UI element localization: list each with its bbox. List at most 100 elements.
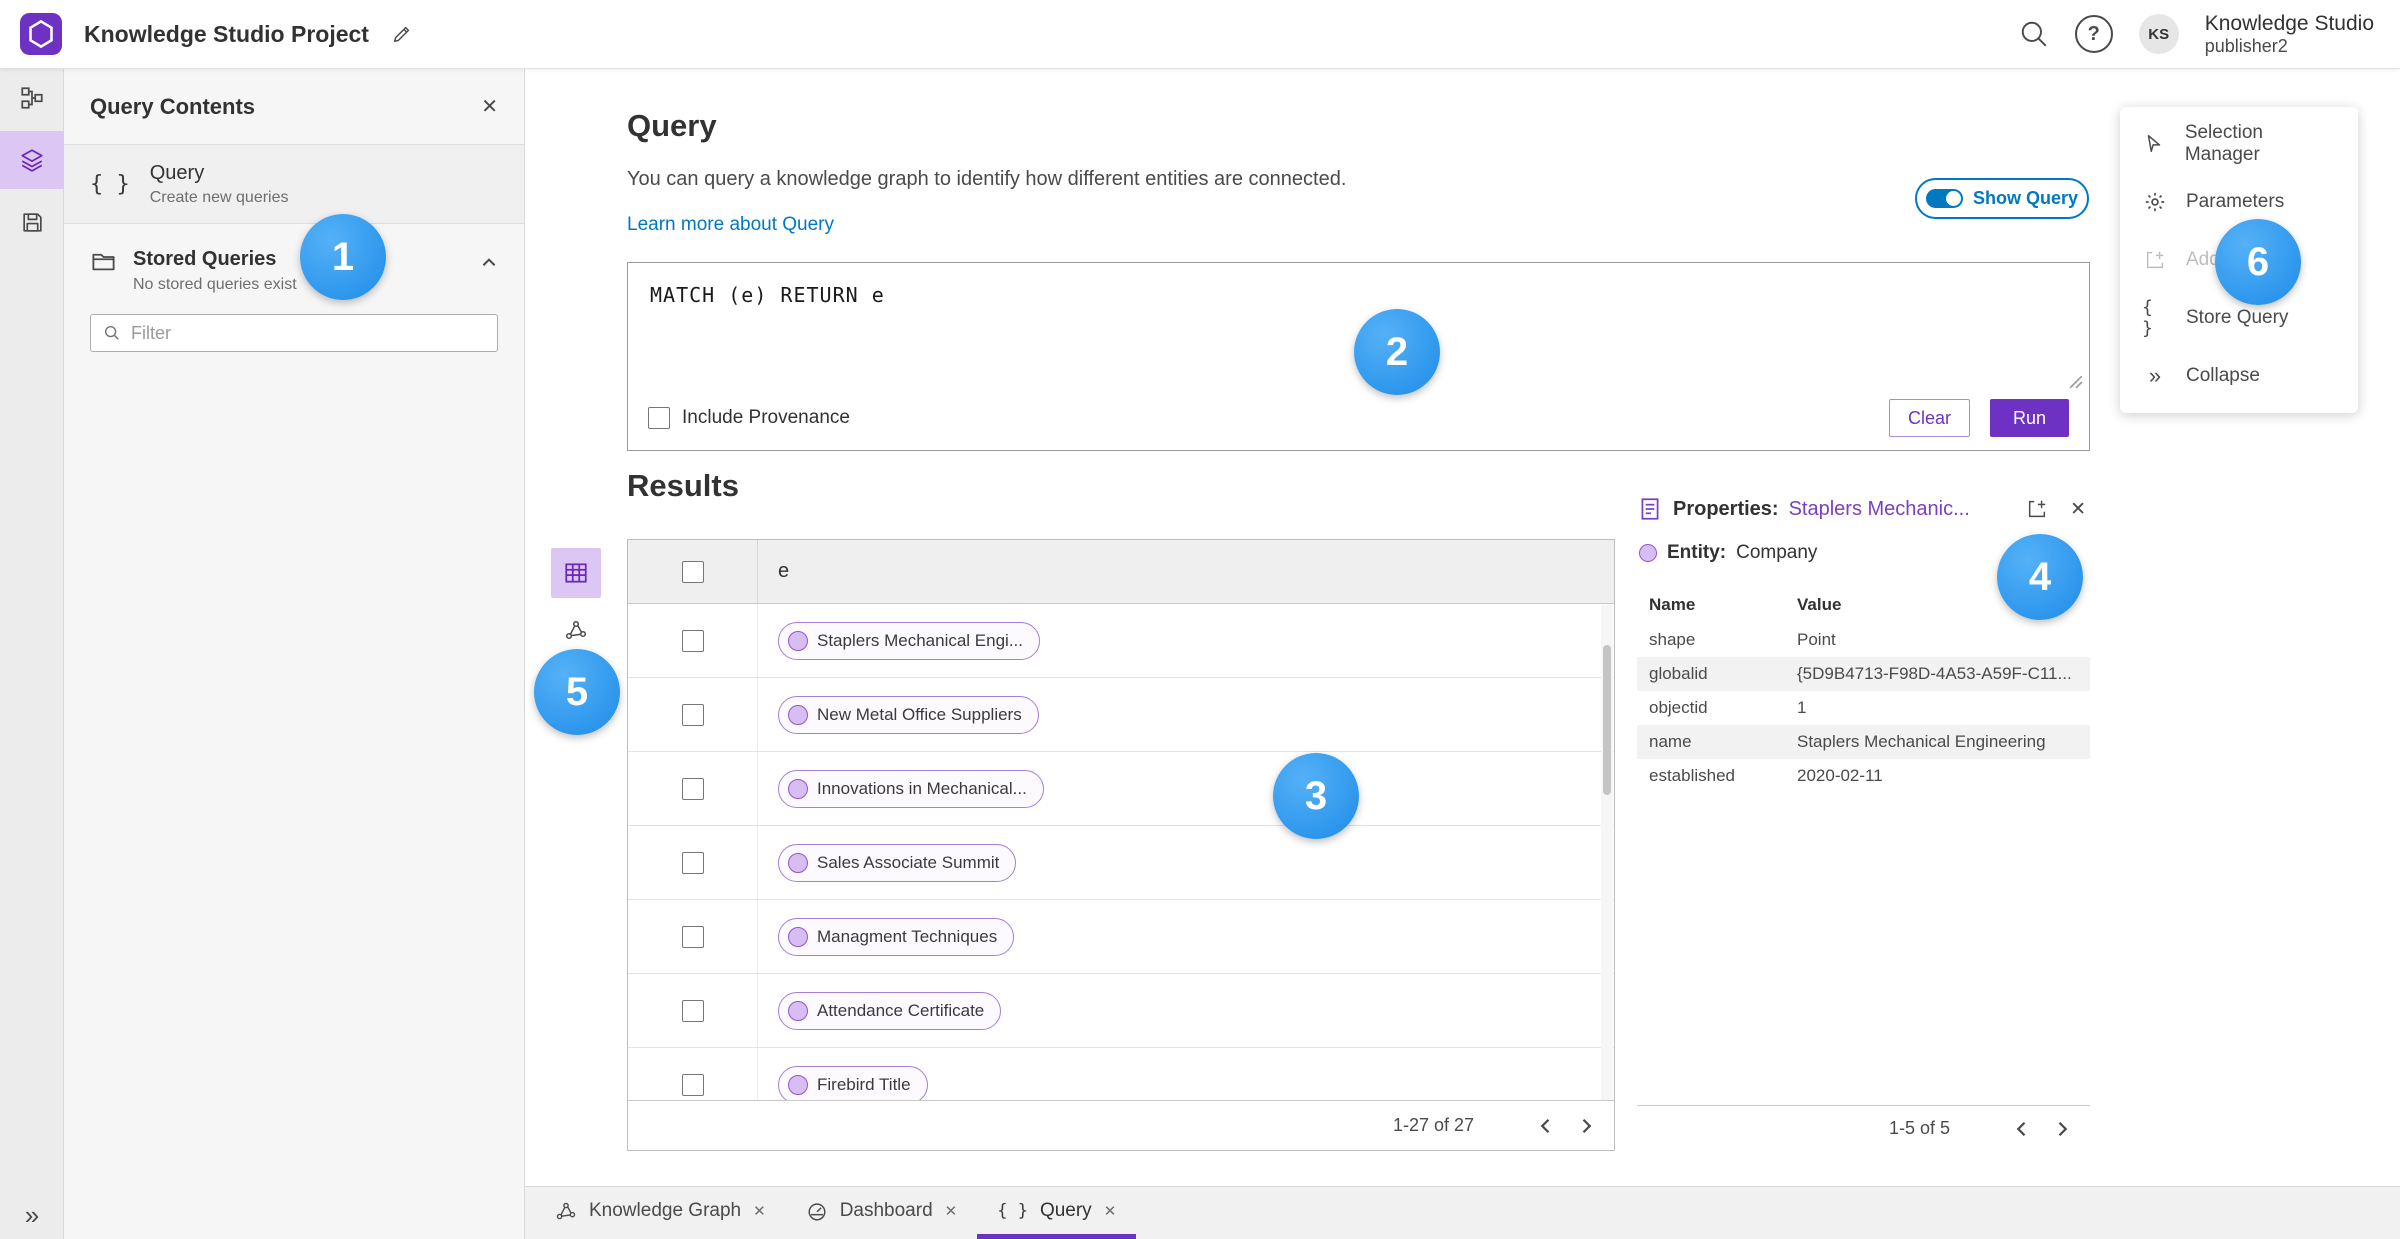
entity-pill[interactable]: Attendance Certificate — [778, 991, 1002, 1030]
page-next-icon[interactable] — [1566, 1116, 1606, 1136]
tab-close-icon[interactable]: ✕ — [753, 1202, 766, 1220]
row-checkbox[interactable] — [681, 703, 704, 726]
edit-pencil-icon[interactable] — [391, 23, 413, 45]
help-icon[interactable]: ? — [2074, 15, 2113, 53]
stored-queries-label: Stored Queries — [133, 248, 277, 270]
property-row: established 2020-02-11 — [1649, 766, 1883, 785]
table-view-button[interactable] — [551, 548, 601, 598]
link-chart-view-button[interactable] — [556, 610, 596, 650]
results-title: Results — [627, 468, 739, 503]
include-provenance-label: Include Provenance — [682, 407, 850, 428]
entity-pill[interactable]: Staplers Mechanical Engi... — [778, 621, 1040, 660]
add-to-map-icon — [2142, 249, 2168, 271]
query-item-sublabel: Create new queries — [149, 188, 289, 206]
prop-col-name: Name — [1649, 595, 1696, 614]
row-checkbox[interactable] — [681, 777, 704, 800]
menu-item-selection-manager[interactable]: Selection Manager — [2120, 115, 2358, 173]
properties-table: Name Value shape Point globalid {5D9B471… — [1637, 587, 2090, 793]
entity-type: Company — [1736, 542, 1818, 563]
property-row: shape Point — [1649, 630, 1836, 649]
column-header-e: e — [778, 560, 790, 582]
menu-item-collapse[interactable]: » Collapse — [2120, 347, 2358, 405]
callout-badge-5: 5 — [534, 649, 620, 735]
gear-icon — [2142, 191, 2168, 213]
cursor-select-icon — [2142, 133, 2167, 155]
row-checkbox[interactable] — [681, 851, 704, 874]
run-button[interactable]: Run — [1989, 399, 2069, 437]
expand-rail-icon[interactable]: » — [0, 1200, 64, 1231]
entity-dot-icon — [788, 704, 808, 725]
row-checkbox[interactable] — [681, 925, 704, 948]
close-icon[interactable]: ✕ — [481, 94, 498, 119]
callout-badge-6: 6 — [2215, 219, 2301, 305]
query-editor[interactable]: MATCH (e) RETURN e — [628, 263, 2089, 327]
code-braces-icon: { } — [997, 1200, 1028, 1221]
entity-pill[interactable]: New Metal Office Suppliers — [778, 695, 1039, 734]
tab-dashboard[interactable]: Dashboard ✕ — [786, 1187, 978, 1239]
query-page-title: Query — [627, 108, 717, 143]
entity-pill[interactable]: Managment Techniques — [778, 917, 1015, 956]
tab-close-icon[interactable]: ✕ — [945, 1202, 958, 1220]
row-checkbox[interactable] — [681, 999, 704, 1022]
row-checkbox[interactable] — [681, 629, 704, 652]
properties-doc-icon — [1637, 496, 1663, 522]
stored-queries-empty-text: No stored queries exist — [133, 276, 297, 293]
include-provenance-checkbox[interactable] — [648, 407, 670, 429]
stored-queries-section[interactable]: Stored Queries No stored queries exist — [64, 248, 524, 294]
filter-input[interactable] — [131, 322, 485, 344]
schema-tree-icon[interactable] — [0, 69, 64, 127]
project-title: Knowledge Studio Project — [84, 20, 369, 47]
entity-dot-icon — [1639, 544, 1657, 562]
page-previous-icon[interactable] — [2002, 1119, 2042, 1139]
show-query-toggle[interactable]: Show Query — [1915, 178, 2089, 219]
properties-entity-link[interactable]: Staplers Mechanic... — [1789, 498, 1970, 521]
callout-badge-4: 4 — [1997, 534, 2083, 620]
table-row: Staplers Mechanical Engi... — [628, 604, 1614, 678]
user-role: publisher2 — [2204, 35, 2288, 56]
table-row: New Metal Office Suppliers — [628, 678, 1614, 752]
property-row: objectid 1 — [1649, 698, 1807, 717]
panel-title: Query Contents — [90, 93, 256, 119]
select-all-checkbox[interactable] — [681, 560, 704, 583]
user-avatar[interactable]: KS — [2138, 14, 2179, 54]
property-row: globalid {5D9B4713-F98D-4A53-A59F-C11... — [1637, 657, 2090, 691]
close-icon[interactable]: ✕ — [2070, 498, 2086, 521]
clear-button[interactable]: Clear — [1888, 399, 1970, 437]
entity-label: Entity: — [1667, 542, 1727, 563]
page-previous-icon[interactable] — [1526, 1116, 1566, 1136]
entity-pill[interactable]: Firebird Title — [778, 1065, 928, 1104]
page-next-icon[interactable] — [2042, 1119, 2082, 1139]
tab-close-icon[interactable]: ✕ — [1104, 1202, 1117, 1220]
tab-query[interactable]: { } Query ✕ — [977, 1187, 1137, 1239]
sidebar-item-query[interactable]: { } Query Create new queries — [64, 145, 524, 224]
query-contents-panel: Query Contents ✕ { } Query Create new qu… — [64, 69, 525, 1239]
learn-more-link[interactable]: Learn more about Query — [627, 214, 834, 236]
properties-header: Properties: Staplers Mechanic... ✕ — [1637, 493, 2090, 525]
panel-header: Query Contents ✕ — [64, 69, 524, 145]
collapse-chevrons-icon: » — [2148, 363, 2162, 388]
entity-dot-icon — [788, 630, 808, 651]
results-table: e Staplers Mechanical Engi... New Metal … — [627, 539, 1615, 1151]
table-row: Innovations in Mechanical... — [628, 752, 1614, 826]
top-bar: Knowledge Studio Project ? KS Knowledge … — [0, 0, 2400, 69]
callout-badge-3: 3 — [1273, 753, 1359, 839]
entity-dot-icon — [788, 1074, 808, 1095]
scrollbar-thumb[interactable] — [1603, 645, 1611, 795]
entity-pill[interactable]: Innovations in Mechanical... — [778, 769, 1044, 808]
layers-icon[interactable] — [0, 131, 64, 189]
add-to-map-icon[interactable] — [2026, 498, 2048, 520]
tab-knowledge-graph[interactable]: Knowledge Graph ✕ — [535, 1187, 786, 1239]
chevron-up-icon[interactable] — [480, 254, 498, 272]
search-icon — [103, 324, 121, 342]
save-icon[interactable] — [0, 193, 64, 251]
left-icon-rail: » — [0, 69, 64, 1239]
table-row: Sales Associate Summit — [628, 826, 1614, 900]
search-icon[interactable] — [2019, 19, 2049, 49]
property-row: name Staplers Mechanical Engineering — [1637, 725, 2090, 759]
app-logo-icon — [20, 13, 62, 55]
user-name: Knowledge Studio — [2204, 11, 2374, 35]
row-checkbox[interactable] — [681, 1073, 704, 1096]
results-table-header: e — [628, 540, 1614, 604]
knowledge-graph-icon — [555, 1200, 577, 1222]
entity-pill[interactable]: Sales Associate Summit — [778, 843, 1017, 882]
